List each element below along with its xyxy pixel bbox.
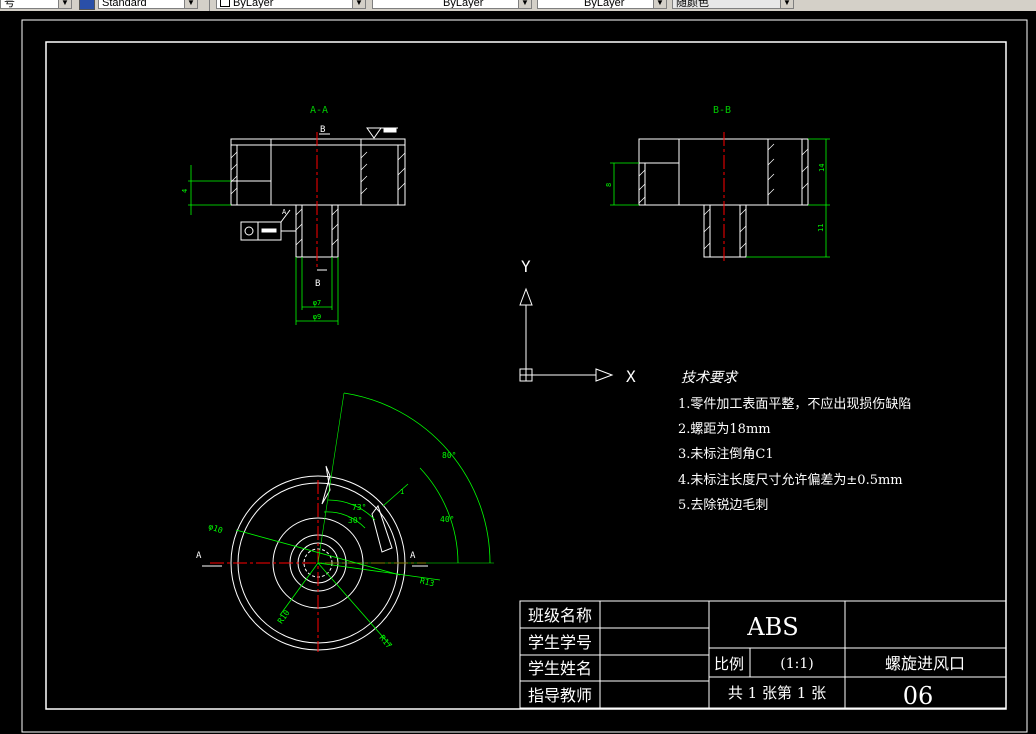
lineweight-value: ByLayer [584,0,625,9]
canvas-background [0,11,1036,734]
plot-style-value: 随颜色 [676,0,709,9]
named-style-value: 号 [4,0,15,9]
plot-style-combo[interactable]: 随颜色 ▼ [672,0,794,9]
chevron-down-icon[interactable]: ▼ [352,0,365,8]
scale-label: 比例 [714,655,744,673]
ucs-y-label: Y [521,257,531,276]
requirement-item-5: 5.去除锐边毛刺 [678,498,768,513]
requirement-item-4: 4.未标注长度尺寸允许偏差为±0.5mm [678,472,903,488]
aa-cut-label-bottom: B [315,279,320,289]
chevron-down-icon[interactable]: ▼ [653,0,666,8]
chevron-down-icon[interactable]: ▼ [780,0,793,8]
chevron-down-icon[interactable]: ▼ [518,0,531,8]
material-value: ABS [746,613,798,641]
dim-height: 4 [181,189,189,193]
requirement-item-2: 2.螺距为18mm [678,422,771,437]
dim-phi9: φ9 [313,313,321,321]
dim-bb-right-top: 14 [818,164,826,172]
named-style-combo[interactable]: 号 ▼ [0,0,72,9]
text-style-icon[interactable] [79,0,95,10]
dim-angle-30: 30° [348,516,362,525]
linetype-combo[interactable]: ByLayer ▼ [372,0,532,9]
drawing-canvas[interactable]: A-A B B A 4 φ7 φ9 B-B 8 14 11 Y X A A 80… [0,11,1036,734]
layer-color-value: ByLayer [233,0,274,9]
color-swatch-icon [220,0,230,7]
ucs-x-label: X [626,367,636,386]
scale-value: (1:1) [780,656,813,672]
linetype-value: ByLayer [443,0,484,9]
view-bb-title: B-B [713,105,731,116]
text-style-combo[interactable]: Standard ▼ [98,0,198,9]
student-name-label: 学生姓名 [528,659,592,678]
chevron-down-icon[interactable]: ▼ [58,0,71,8]
sheet-count: 共 1 张第 1 张 [728,684,826,702]
student-id-label: 学生学号 [528,633,592,652]
dim-small: 1 [400,488,404,496]
requirement-item-1: 1.零件加工表面平整，不应出现损伤缺陷 [678,396,911,412]
lineweight-combo[interactable]: ByLayer ▼ [537,0,667,9]
text-style-value: Standard [102,0,147,9]
class-label: 班级名称 [528,606,592,625]
dim-phi7: φ7 [313,299,321,307]
fcf-tolerance [261,228,277,233]
part-name: 螺旋进风口 [885,654,965,673]
plan-section-left: A [196,551,202,561]
dim-angle-40: 40° [440,515,454,524]
dim-bb-right-bottom: 11 [817,224,825,232]
requirement-item-3: 3.未标注倒角C1 [678,447,774,462]
dim-angle-80: 80° [442,451,456,460]
surface-finish-value [383,128,397,133]
drawing-number: 06 [903,682,934,710]
teacher-label: 指导教师 [528,686,592,705]
plan-section-right: A [410,551,416,561]
view-aa-title: A-A [310,105,328,116]
dim-bb-left: 8 [605,183,613,187]
toolbar-separator [209,0,210,11]
chevron-down-icon[interactable]: ▼ [184,0,197,8]
dim-angle-73: 73° [352,503,366,512]
requirements-title: 技术要求 [681,370,739,386]
layer-color-combo[interactable]: ByLayer ▼ [216,0,366,9]
